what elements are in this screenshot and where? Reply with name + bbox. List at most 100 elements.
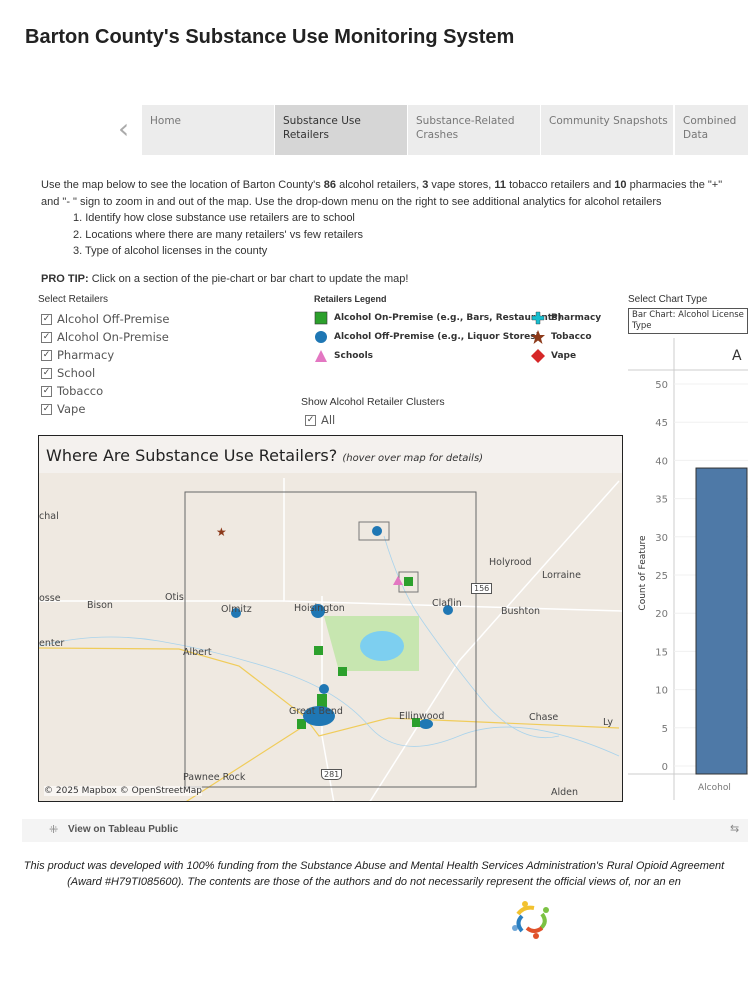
filter-label: Tobacco	[57, 384, 104, 398]
filter-checkbox-alcohol-off-premise[interactable]: ✓ Alcohol Off-Premise	[41, 310, 169, 328]
town-label: Ly	[603, 717, 614, 728]
chart-type-label: Select Chart Type	[628, 294, 708, 305]
intro-item: 1. Identify how close substance use reta…	[73, 212, 355, 224]
legend-item-pharmacy: Pharmacy	[531, 308, 601, 327]
organization-logo	[512, 901, 549, 939]
funding-disclaimer: This product was developed with 100% fun…	[23, 860, 725, 888]
map-attribution: © 2025 Mapbox © OpenStreetMap	[44, 786, 202, 796]
school-marker	[393, 576, 403, 585]
tab-substance-related-crashes[interactable]: Substance-Related Crashes	[408, 105, 540, 155]
y-tick-label: 5	[662, 724, 668, 735]
intro-text: Use the map below to see the location of…	[41, 177, 741, 260]
town-label: Bison	[87, 600, 113, 611]
bar-chart: A 0 5 10 15 20 25 30 35 40 45 50 Count of Feature Alc…	[628, 338, 748, 800]
off-premise-marker	[372, 526, 382, 536]
y-tick-label: 0	[662, 762, 668, 773]
pro-tip: PRO TIP: Click on a section of the pie-c…	[41, 273, 409, 285]
legend-item-tobacco: Tobacco	[531, 327, 601, 346]
bar	[695, 467, 748, 775]
tobacco-marker: ★	[216, 525, 227, 539]
checkbox-icon: ✓	[305, 414, 316, 426]
chart-type-select[interactable]: Bar Chart: Alcohol License Type	[628, 308, 748, 334]
checkbox-icon: ✓	[41, 367, 52, 379]
intro-item: 2. Locations where there are many retail…	[73, 228, 364, 241]
checkbox-icon: ✓	[41, 385, 52, 397]
y-tick-label: 25	[655, 571, 668, 582]
on-premise-marker	[314, 646, 323, 655]
legend-item-on-premise: Alcohol On-Premise (e.g., Bars, Restaura…	[314, 308, 562, 327]
retailer-filter: ✓ Alcohol Off-Premise ✓ Alcohol On-Premise ✓…	[41, 310, 169, 418]
filter-checkbox-vape[interactable]: ✓ Vape	[41, 400, 169, 418]
filter-label: Pharmacy	[57, 348, 115, 362]
view-on-tableau-link[interactable]: View on Tableau Public	[68, 824, 178, 835]
highway-shield: 156	[471, 583, 493, 594]
bar-chart-panel: A 0 5 10 15 20 25 30 35 40 45 50 Count of Feature Alc…	[628, 338, 748, 808]
y-tick-label: 45	[655, 418, 668, 429]
tableau-icon: ⁜	[49, 823, 59, 836]
tab-label: Community Snapshots	[549, 115, 668, 127]
checkbox-icon: ✓	[41, 313, 52, 325]
page-title: Barton County's Substance Use Monitoring…	[25, 26, 515, 48]
town-label: Otis	[165, 592, 184, 603]
filter-label: School	[57, 366, 96, 380]
intro-item: 3. Type of alcohol licenses in the count…	[73, 245, 268, 257]
clusters-label: Show Alcohol Retailer Clusters	[301, 396, 445, 408]
town-label: Lorraine	[542, 570, 581, 581]
tab-home[interactable]: Home	[142, 105, 274, 155]
on-premise-marker	[404, 577, 413, 586]
town-label: Holyrood	[489, 557, 532, 568]
y-tick-label: 30	[655, 533, 668, 544]
off-premise-marker	[319, 684, 329, 694]
filter-checkbox-tobacco[interactable]: ✓ Tobacco	[41, 382, 169, 400]
filter-checkbox-pharmacy[interactable]: ✓ Pharmacy	[41, 346, 169, 364]
legend-col-1: Alcohol On-Premise (e.g., Bars, Restaura…	[314, 308, 562, 365]
tab-combined-data[interactable]: Combined Data	[675, 105, 748, 155]
town-label: Bushton	[501, 606, 541, 617]
cluster-all-checkbox[interactable]: ✓ All	[305, 411, 335, 429]
retailer-map[interactable]: Where Are Substance Use Retailers? (hove…	[38, 435, 623, 802]
share-icon[interactable]: ⇆	[730, 822, 739, 835]
town-label: Pawnee Rock	[183, 772, 246, 783]
town-label: Alden	[551, 787, 579, 798]
tableau-toolbar: ⁜ View on Tableau Public ⇆	[22, 819, 748, 842]
filter-checkbox-school[interactable]: ✓ School	[41, 364, 169, 382]
legend-title: Retailers Legend	[314, 294, 387, 304]
on-premise-marker	[297, 719, 306, 729]
town-label: osse	[39, 593, 61, 604]
tab-label: Combined Data	[683, 115, 737, 141]
town-label: Ellinwood	[399, 711, 445, 722]
y-axis-title: Count of Feature	[638, 535, 648, 611]
town-label: Great Bend	[289, 706, 343, 717]
town-label: Albert	[183, 647, 212, 658]
tab-label: Substance Use Retailers	[283, 115, 361, 141]
checkbox-icon: ✓	[41, 403, 52, 415]
town-label: Claflin	[432, 598, 462, 609]
tab-community-snapshots[interactable]: Community Snapshots	[541, 105, 673, 155]
x-tick-label: Alcohol	[698, 783, 731, 793]
y-tick-label: 40	[655, 456, 668, 467]
y-tick-label: 15	[655, 647, 668, 658]
tab-substance-use-retailers[interactable]: Substance Use Retailers	[275, 105, 407, 155]
town-label: Olmitz	[221, 604, 252, 615]
highway-shield: 281	[321, 769, 343, 780]
filter-label: Alcohol Off-Premise	[57, 312, 170, 326]
select-retailers-label: Select Retailers	[38, 294, 109, 305]
tab-label: Substance-Related Crashes	[416, 115, 515, 141]
y-tick-label: 10	[655, 686, 668, 697]
chevron-left-icon[interactable]: ‹	[118, 112, 129, 145]
y-tick-label: 50	[655, 380, 668, 391]
filter-checkbox-alcohol-on-premise[interactable]: ✓ Alcohol On-Premise	[41, 328, 169, 346]
legend-item-off-premise: Alcohol Off-Premise (e.g., Liquor Stores…	[314, 327, 562, 346]
legend-col-2: Pharmacy Tobacco Vape	[531, 308, 601, 365]
y-tick-label: 35	[655, 495, 668, 506]
town-label: enter	[39, 638, 65, 649]
checkbox-icon: ✓	[41, 349, 52, 361]
town-label: Hoisington	[294, 603, 345, 614]
town-label: chal	[39, 511, 59, 522]
town-label: Chase	[529, 712, 559, 723]
filter-label: Alcohol On-Premise	[57, 330, 169, 344]
map-canvas: ★	[39, 478, 622, 801]
chart-title: A	[732, 348, 742, 364]
filter-label: Vape	[57, 402, 86, 416]
tab-label: Home	[150, 115, 182, 127]
